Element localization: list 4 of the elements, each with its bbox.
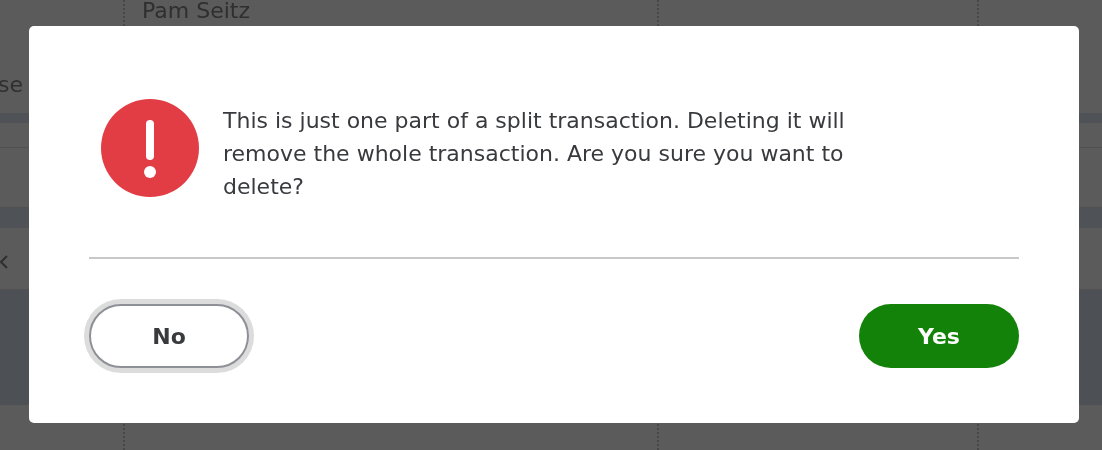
dialog-message: This is just one part of a split transaction. Deleting it will remove the whole transaction. Are you sure you want to delete? [223,107,846,201]
confirm-button[interactable]: Yes [859,304,1019,368]
alert-icon [101,99,199,197]
chevron-icon [0,255,8,269]
